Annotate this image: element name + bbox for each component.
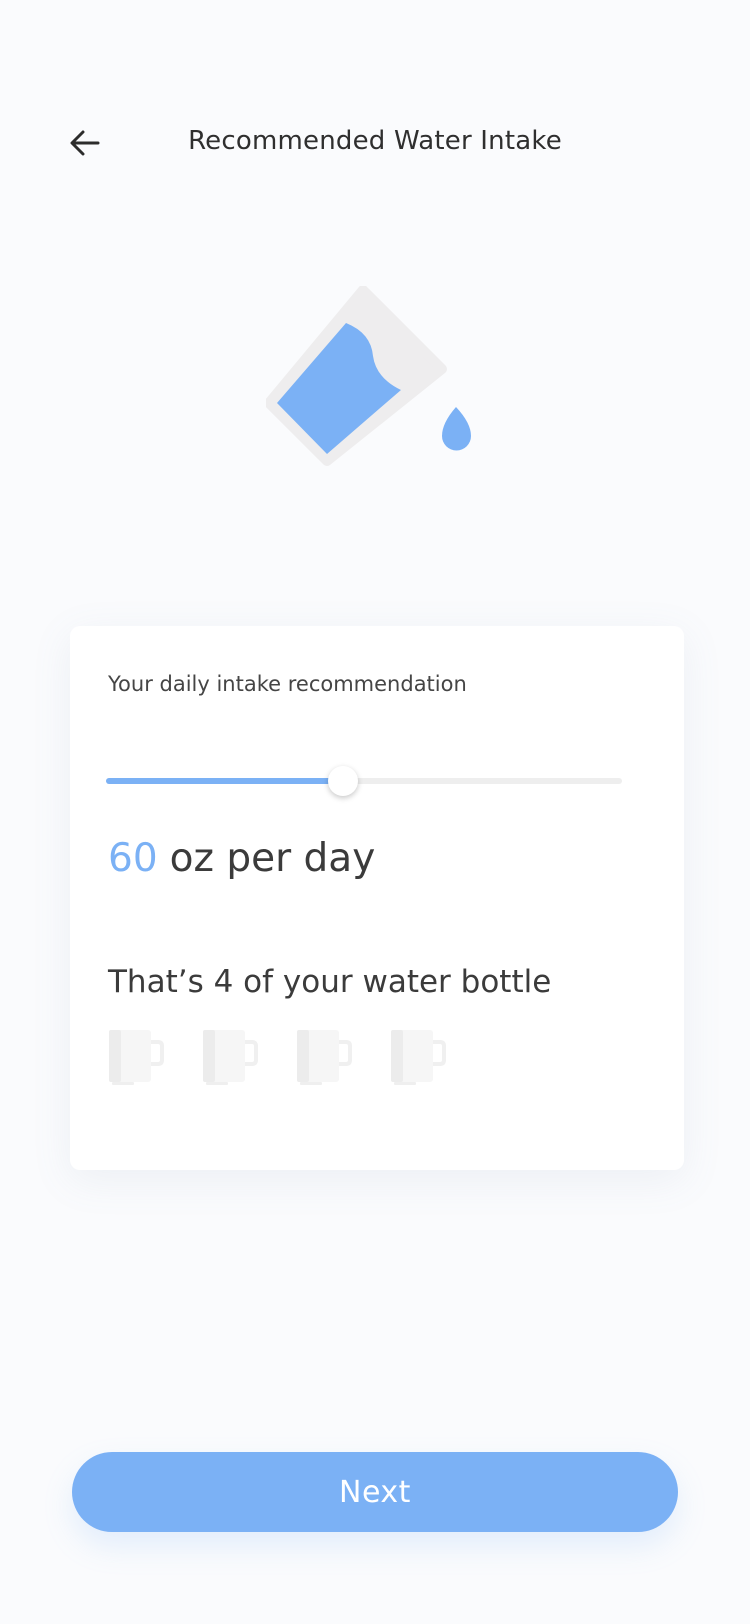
header: Recommended Water Intake: [0, 106, 750, 178]
daily-intake-label: Your daily intake recommendation: [108, 672, 467, 696]
daily-amount: 60 oz per day: [108, 836, 375, 881]
mug-icon: [296, 1028, 352, 1088]
amount-value: 60: [108, 836, 158, 881]
mug-icon: [202, 1028, 258, 1088]
next-button[interactable]: Next: [72, 1452, 678, 1532]
intake-card: Your daily intake recommendation 60 oz pe…: [70, 626, 684, 1170]
mug-icon: [108, 1028, 164, 1088]
bottle-count-text: That’s 4 of your water bottle: [108, 964, 552, 1000]
page-title: Recommended Water Intake: [188, 126, 562, 156]
slider-fill: [106, 778, 344, 784]
slider-thumb[interactable]: [328, 766, 359, 796]
mug-icon: [390, 1028, 446, 1088]
amount-unit: oz per day: [169, 836, 376, 881]
pouring-water-glass-icon: [264, 285, 496, 486]
mug-row: [108, 1028, 446, 1088]
intake-slider[interactable]: [106, 766, 622, 796]
